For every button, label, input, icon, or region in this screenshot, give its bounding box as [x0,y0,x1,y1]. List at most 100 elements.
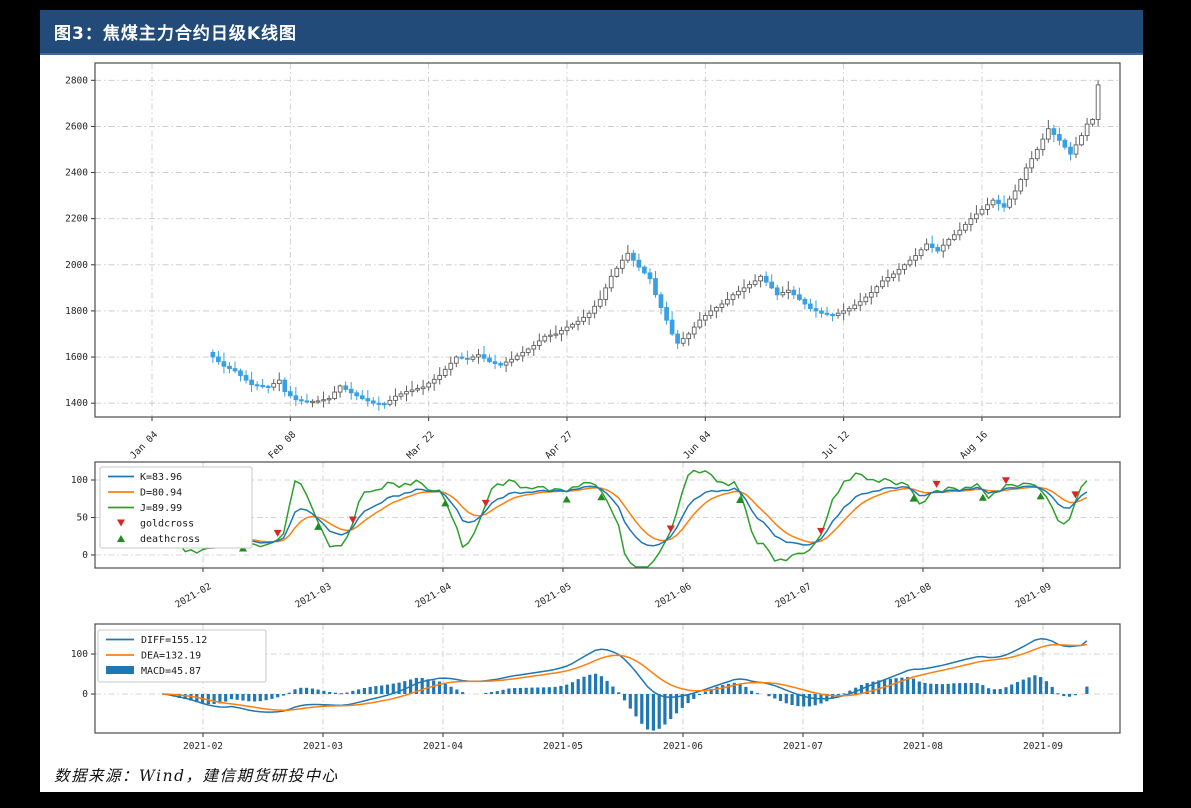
macd-bar [542,687,545,694]
macd-bar [276,694,279,697]
macd-legend: DIFF=155.12DEA=132.19MACD=45.87 [98,630,266,682]
macd-bar [594,674,597,694]
macd-bar [328,692,331,694]
kdj-xtick-label: 2021-05 [533,581,573,611]
macd-bar [1022,680,1025,694]
kline-border [95,63,1120,417]
candle-body [233,369,237,371]
candle-body [377,403,381,404]
macd-bar [322,691,325,694]
macd-bar [698,694,701,695]
macd-bar [571,682,574,694]
candle-body [587,313,591,317]
macd-bar [895,678,898,694]
candle-body [864,297,868,302]
cross-markers [222,477,1080,551]
candle-body [1002,204,1006,208]
macd-panel: 01002021-022021-032021-042021-052021-062… [71,624,1120,752]
candle-body [283,380,287,392]
candle-body [1069,147,1073,154]
macd-bar [600,676,603,694]
candle-body [775,288,779,295]
macd-bar [588,675,591,694]
macd-bar [293,689,296,694]
kline-xtick-label: Jun 04 [681,429,713,461]
macd-bar [646,694,649,730]
candle-body [670,320,674,334]
macd-bar [1010,685,1013,695]
candle-body [1041,139,1045,149]
kdj-xtick-label: 2021-09 [1013,581,1053,611]
macd-bar [559,686,562,694]
candle-body [228,366,232,368]
macd-bar [502,690,505,694]
candle-body [764,276,768,282]
candle-body [925,244,929,250]
macd-bar [548,687,551,694]
candle-body [549,335,553,336]
candle-body [637,260,641,267]
candle-body [753,281,757,285]
candle-body [759,276,763,281]
candle-body [499,364,503,366]
candle-body [831,314,835,315]
candle-body [554,334,558,335]
candle-body [300,400,304,401]
candle-body [560,331,564,335]
kline-xtick-label: Mar 22 [405,429,437,461]
macd-bar [421,678,424,694]
kdj-legend-label: K=83.96 [140,472,182,483]
candle-body [250,380,254,385]
candle-body [1019,180,1023,192]
macd-xtick-label: 2021-06 [663,741,703,752]
macd-bar [652,694,655,731]
candle-body [288,392,292,396]
macd-bar [340,693,343,694]
candle-body [914,256,918,261]
kdj-legend: K=83.96D=80.94J=89.99goldcrossdeathcross [100,467,252,548]
candle-body [322,400,326,401]
candle-body [471,357,475,359]
candle-body [383,404,387,405]
candle-body [1046,129,1050,139]
candle-body [609,276,613,288]
macd-bar [247,694,250,701]
candle-body [294,396,298,400]
macd-bar [976,683,979,694]
macd-bar [582,677,585,694]
candle-body [620,260,624,268]
macd-bar [1051,687,1054,694]
candle-body [892,274,896,278]
macd-bar [993,689,996,694]
report-figure-page: 图3：焦煤主力合约日级K线图 1400160018002000220024002… [40,10,1143,792]
kdj-legend-label: J=89.99 [140,503,182,514]
macd-bar [941,684,944,694]
candle-body [488,358,492,362]
macd-bar [964,683,967,694]
candle-body [858,302,862,306]
kline-ytick-label: 1400 [65,398,88,409]
kline-panel: 14001600180020002200240026002800Jan 04Fe… [65,63,1120,461]
macd-bar [889,679,892,694]
macd-bar [259,694,262,701]
candle-body [737,291,741,295]
macd-bar [317,690,320,694]
candle-body [466,358,470,359]
data-source-note: 数据来源：Wind，建信期货研投中心 [54,764,339,786]
macd-bar [912,679,915,694]
candle-body [803,299,807,304]
candle-body [355,393,359,396]
candle-body [449,363,453,369]
candle-body [908,260,912,265]
kdj-panel: 0501002021-022021-032021-042021-052021-0… [71,462,1120,611]
macd-bar [484,693,487,694]
macd-bar [380,686,383,695]
kdj-xtick-label: 2021-07 [773,581,813,611]
macd-bar [334,693,337,694]
candle-body [648,273,652,279]
candle-body [986,205,990,210]
candle-body [510,359,514,362]
macd-bar [490,692,493,694]
macd-legend-label: DIFF=155.12 [141,635,207,646]
candle-body [903,265,907,270]
